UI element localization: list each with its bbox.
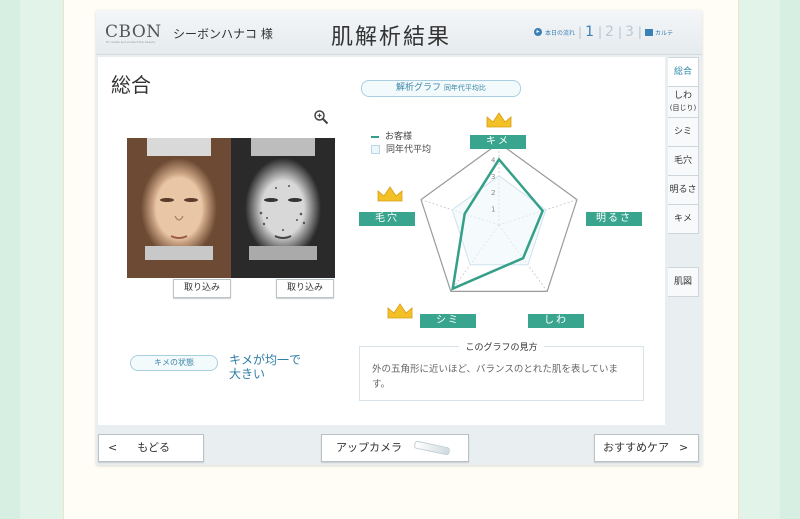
crown-icon	[377, 186, 403, 202]
howto-text: 外の五角形に近いほど、バランスのとれた肌を表しています。	[372, 364, 619, 390]
tab-wrinkle-label: しわ	[673, 91, 692, 101]
header-bar: CBON To create and protect the beauty シー…	[96, 10, 702, 55]
radar-scale-label: 2	[491, 189, 495, 197]
axis-label-brightness: 明るさ	[586, 212, 642, 226]
axis-label-pores: 毛穴	[359, 212, 415, 226]
bottom-bar: < もどる アップカメラ おすすめケア >	[96, 428, 702, 465]
tab-skin-map[interactable]: 肌図	[668, 267, 699, 297]
step-separator-icon: |	[597, 25, 603, 39]
chevron-right-icon: >	[679, 441, 689, 454]
radar-scale-label: 1	[491, 206, 495, 214]
crown-icon	[387, 303, 413, 319]
back-button-label: もどる	[137, 441, 170, 454]
tab-wrinkle-sub: (目じり)	[669, 104, 697, 112]
karte-label[interactable]: カルテ	[655, 28, 673, 37]
graph-howto-box: このグラフの見方 外の五角形に近いほど、バランスのとれた肌を表しています。	[359, 343, 644, 401]
page-title: 肌解析結果	[331, 25, 452, 50]
tab-spots[interactable]: シミ	[668, 117, 699, 147]
tab-overall[interactable]: 総合	[668, 57, 699, 87]
brand-tagline: To create and protect the beauty	[106, 40, 156, 44]
howto-title-text: このグラフの見方	[459, 343, 544, 353]
camera-wand-icon	[413, 440, 450, 456]
recommend-care-button[interactable]: おすすめケア >	[594, 434, 699, 462]
tab-pores[interactable]: 毛穴	[668, 146, 699, 176]
up-camera-label: アップカメラ	[336, 441, 402, 454]
step-separator-icon: |	[617, 25, 622, 39]
right-background-strip	[780, 0, 800, 519]
tab-brightness[interactable]: 明るさ	[668, 175, 699, 205]
customer-name: シーボンハナコ 様	[173, 27, 273, 41]
today-flow-label: 本日の流れ	[545, 29, 576, 37]
chevron-left-icon: <	[108, 441, 118, 454]
tab-texture[interactable]: キメ	[668, 204, 699, 234]
step-separator-icon: |	[578, 25, 583, 39]
recommend-care-label: おすすめケア	[603, 441, 669, 454]
result-card: 総合 取り込み 取り込み キメの状態 キメが均一で大きい 解析グラフ 同年代平均…	[98, 57, 665, 425]
flow-icon: ▸	[534, 28, 542, 36]
karte-icon[interactable]	[644, 28, 653, 36]
crown-icon	[486, 112, 512, 128]
axis-label-wrinkle: しわ	[528, 314, 584, 328]
axis-label-spots: シミ	[420, 314, 476, 328]
step-1[interactable]: 1	[585, 24, 594, 40]
back-button[interactable]: < もどる	[98, 434, 204, 462]
app-window: CBON To create and protect the beauty シー…	[96, 10, 702, 465]
step-2[interactable]: 2	[605, 24, 614, 40]
tab-wrinkle[interactable]: しわ (目じり)	[668, 86, 699, 118]
step-3[interactable]: 3	[625, 24, 634, 40]
step-indicator: ▸ 本日の流れ | 1 | 2 | 3 | カルテ	[534, 24, 673, 40]
step-separator-icon: |	[637, 25, 642, 39]
up-camera-button[interactable]: アップカメラ	[321, 434, 469, 462]
left-background-strip	[0, 0, 20, 519]
radar-scale-label: 4	[491, 156, 496, 164]
axis-label-texture: キメ	[470, 135, 526, 149]
howto-title: このグラフの見方	[360, 340, 643, 353]
brand-logo: CBON	[105, 22, 162, 42]
radar-scale-label: 3	[491, 173, 495, 181]
